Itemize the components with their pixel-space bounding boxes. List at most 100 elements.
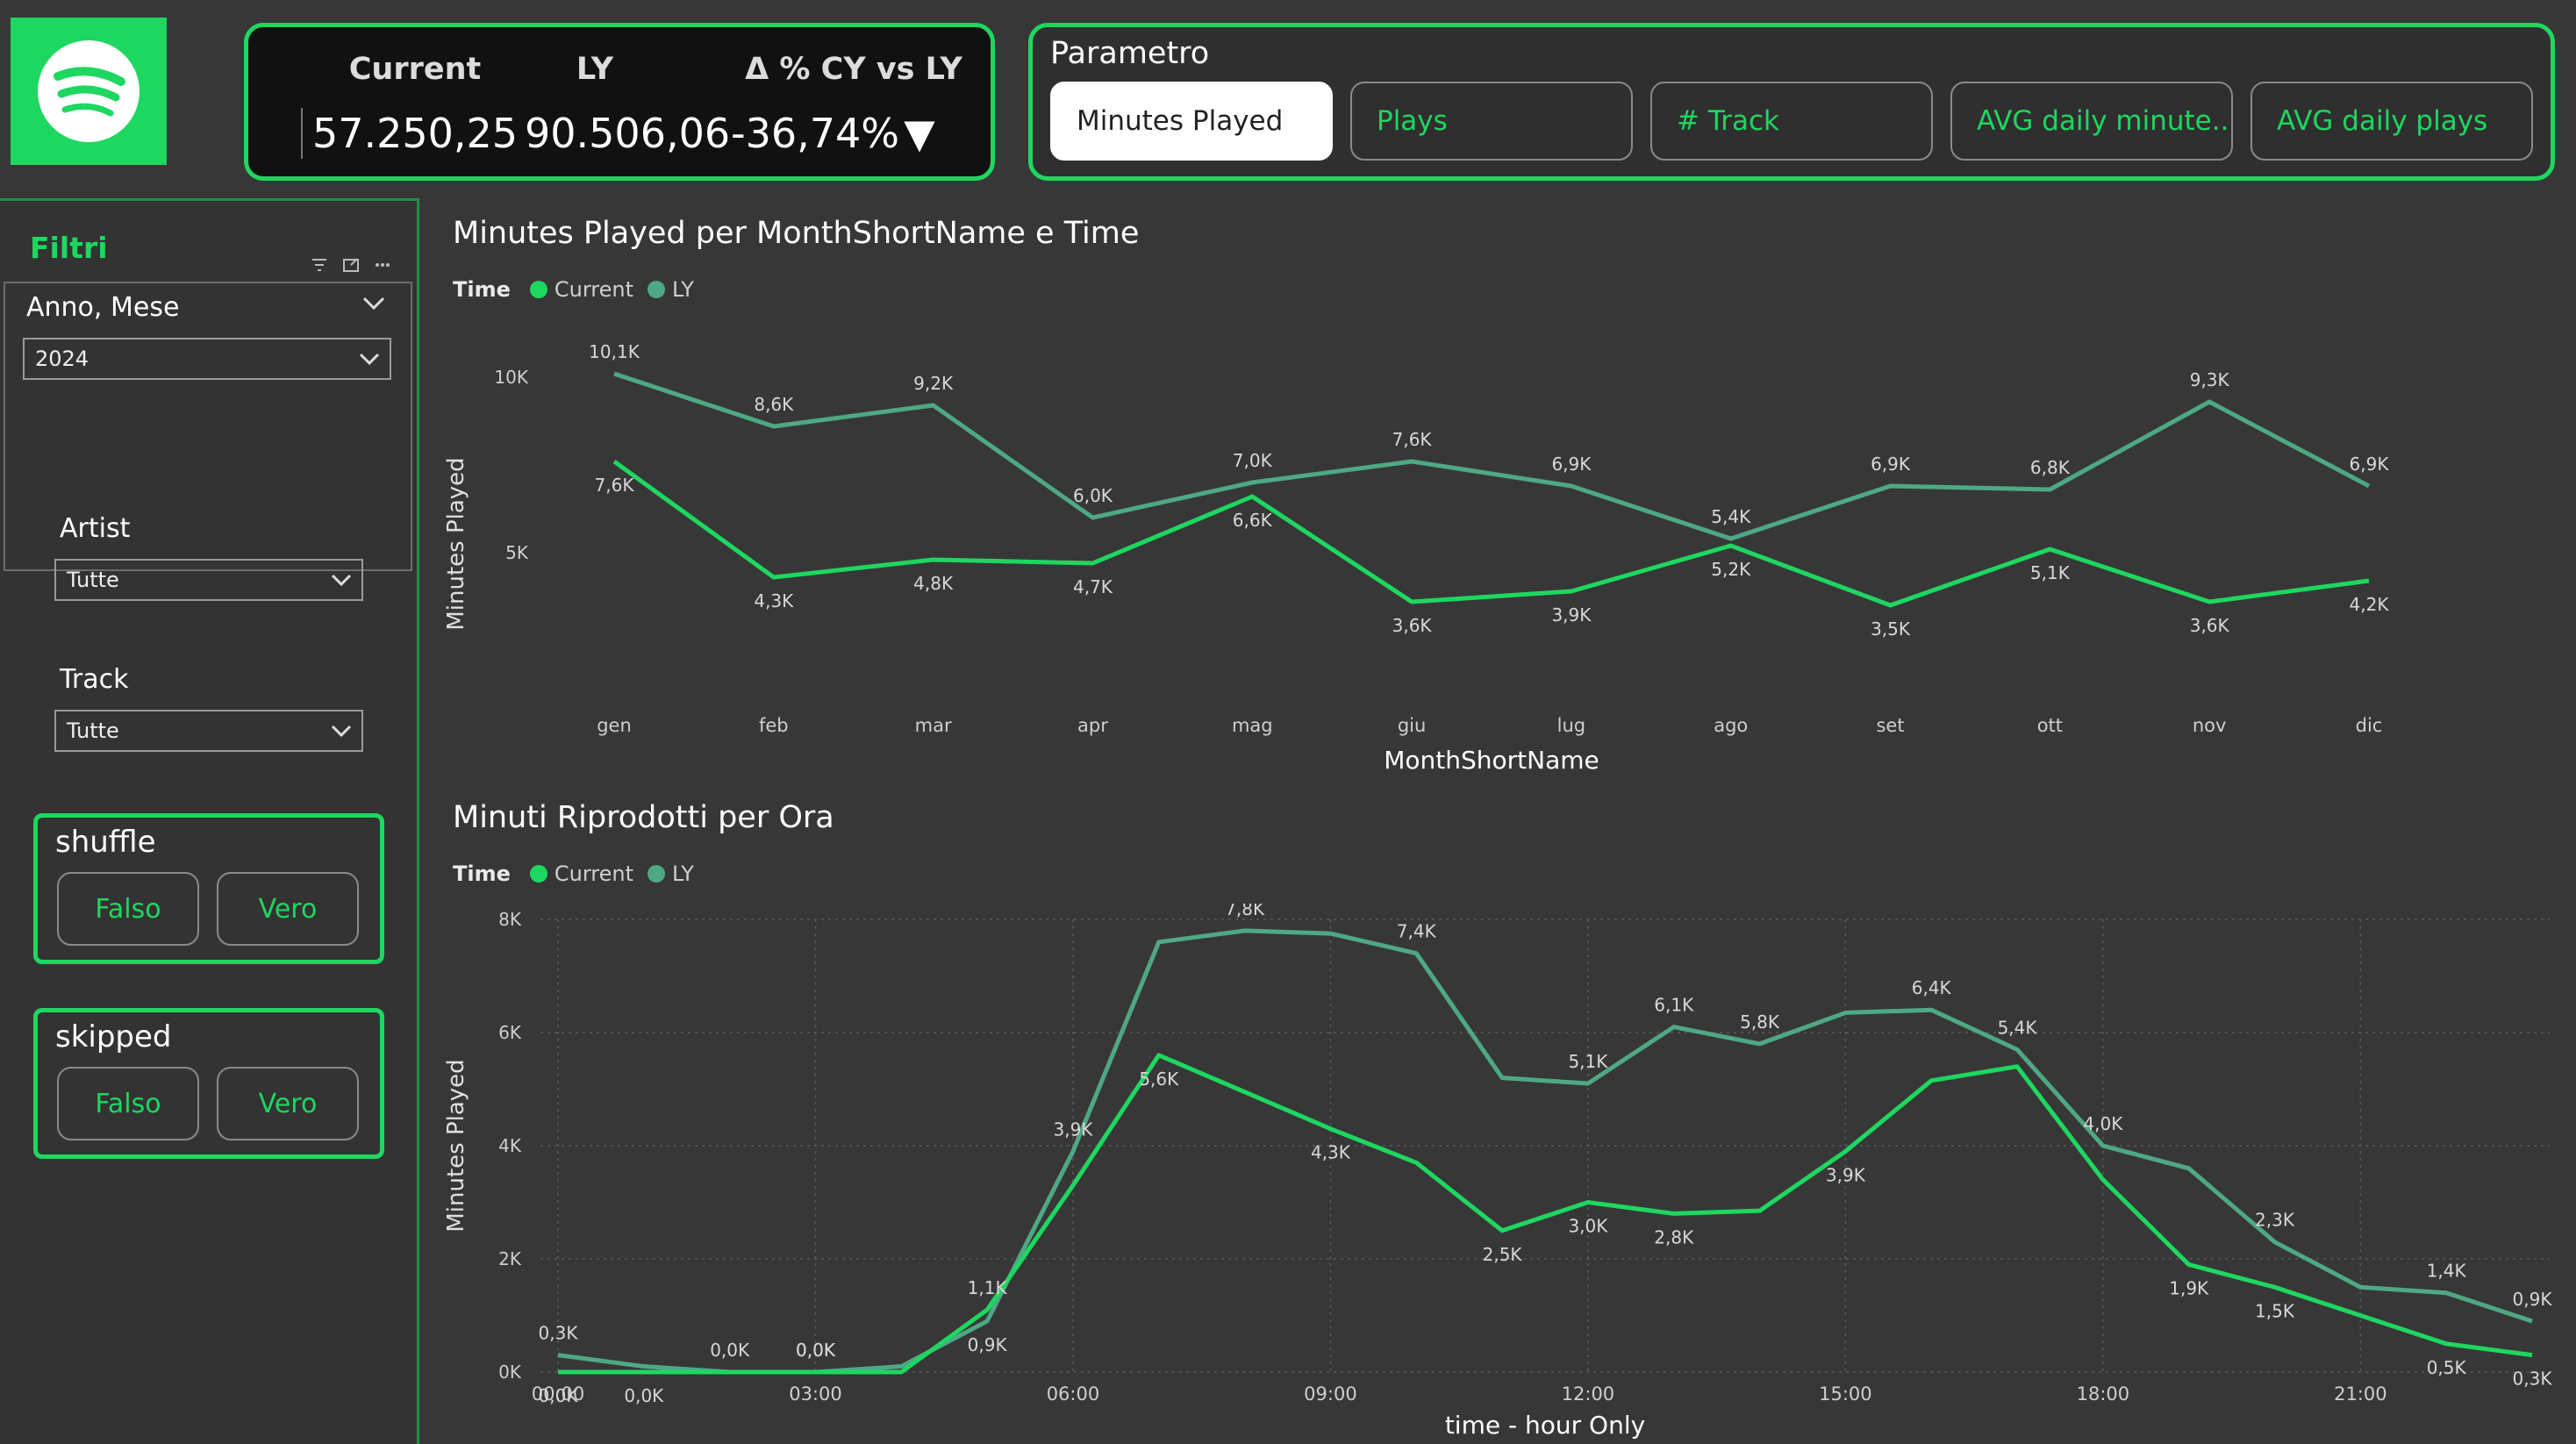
data-label-ly: 9,2K xyxy=(913,373,954,394)
data-label-current: 0,3K xyxy=(2513,1369,2553,1390)
legend-current-marker xyxy=(529,281,547,298)
legend-current-marker xyxy=(529,865,547,883)
series-current-line xyxy=(558,1053,2533,1375)
focus-mode-icon[interactable] xyxy=(342,257,360,273)
shuffle-slicer: shuffle Falso Vero xyxy=(33,813,384,964)
filter-icon[interactable] xyxy=(311,257,328,273)
data-label-ly: 6,9K xyxy=(2350,454,2390,475)
chart1-legend-ly[interactable]: LY xyxy=(672,277,694,302)
x-axis-label: MonthShortName xyxy=(1384,746,1599,775)
param-option-minutes-played[interactable]: Minutes Played xyxy=(1050,82,1333,161)
chevron-down-icon xyxy=(359,353,380,366)
x-tick-label: 06:00 xyxy=(1047,1383,1100,1405)
kpi-header-ly: LY xyxy=(576,52,614,87)
x-tick-label: feb xyxy=(759,715,789,736)
data-label-current: 3,5K xyxy=(1871,618,1911,640)
kpi-header-current: Current xyxy=(348,52,482,87)
data-label-current: 3,6K xyxy=(2190,615,2230,636)
param-option-plays[interactable]: Plays xyxy=(1350,82,1633,161)
data-label-ly: 6,9K xyxy=(1871,454,1911,475)
data-label-current: 3,0K xyxy=(1568,1216,1608,1237)
data-label-ly: 6,9K xyxy=(1551,454,1592,475)
more-options-icon[interactable] xyxy=(374,257,391,273)
x-axis-label: time - hour Only xyxy=(1445,1411,1645,1440)
data-label-current: 0,0K xyxy=(539,1385,579,1406)
kpi-header-delta: Δ % CY vs LY xyxy=(745,52,962,87)
kpi-ly-value: 90.506,06 xyxy=(525,110,731,157)
x-tick-label: lug xyxy=(1557,715,1585,736)
data-label-current: 3,9K xyxy=(1826,1164,1866,1185)
chevron-down-icon[interactable] xyxy=(361,296,386,311)
skipped-falso-button[interactable]: Falso xyxy=(57,1067,199,1140)
data-label-ly: 9,3K xyxy=(2190,369,2230,390)
y-tick-label: 4K xyxy=(498,1135,522,1156)
shuffle-falso-button[interactable]: Falso xyxy=(57,872,199,946)
artist-label: Artist xyxy=(60,513,131,544)
x-tick-label: 15:00 xyxy=(1819,1383,1872,1405)
x-tick-label: dic xyxy=(2356,715,2383,736)
y-tick-label: 8K xyxy=(498,909,522,930)
data-label-ly: 0,9K xyxy=(968,1334,1008,1355)
data-label-current: 1,9K xyxy=(2169,1277,2209,1298)
chart2-legend: Time Current LY xyxy=(453,861,694,886)
data-label-current: 2,8K xyxy=(1654,1226,1694,1247)
data-label-ly: 7,4K xyxy=(1397,921,1437,942)
param-option-avg-daily-minutes[interactable]: AVG daily minute... xyxy=(1950,82,2233,161)
x-tick-label: mar xyxy=(915,715,952,736)
x-tick-label: ago xyxy=(1714,715,1748,736)
skipped-slicer: skipped Falso Vero xyxy=(33,1008,384,1159)
data-label-current: 1,1K xyxy=(968,1277,1008,1298)
kpi-card: Current LY Δ % CY vs LY 57.250,25 90.506… xyxy=(244,23,995,181)
chart2-legend-ly[interactable]: LY xyxy=(672,861,694,886)
param-option-track[interactable]: # Track xyxy=(1650,82,1933,161)
data-label-current: 3,6K xyxy=(1392,615,1433,636)
y-tick-label: 10K xyxy=(494,367,528,388)
data-label-ly: 5,4K xyxy=(1711,506,1751,527)
monthly-line-chart: Minutes Played MonthShortName 10K 5K gen feb m… xyxy=(443,341,2390,775)
x-tick-label: apr xyxy=(1077,715,1108,736)
skipped-vero-button[interactable]: Vero xyxy=(217,1067,359,1140)
x-tick-label: gen xyxy=(597,715,632,736)
data-label-current: 4,7K xyxy=(1073,576,1113,597)
x-tick-label: set xyxy=(1876,715,1904,736)
chart2-legend-current[interactable]: Current xyxy=(555,861,633,886)
shuffle-title: shuffle xyxy=(55,825,156,860)
data-label-current: 0,5K xyxy=(2427,1357,2467,1378)
x-tick-label: 18:00 xyxy=(2077,1383,2130,1405)
chevron-down-icon xyxy=(331,574,352,587)
data-label-ly: 5,8K xyxy=(1740,1012,1780,1033)
anno-mese-dropdown[interactable]: 2024 xyxy=(23,338,391,380)
data-label-current: 4,3K xyxy=(1311,1142,1351,1163)
data-label-current: 4,8K xyxy=(913,573,954,594)
track-label: Track xyxy=(60,664,129,695)
chart1-legend-title: Time xyxy=(453,277,511,302)
kpi-divider xyxy=(301,108,303,159)
data-label-current: 2,5K xyxy=(1483,1244,1523,1265)
param-option-avg-daily-plays[interactable]: AVG daily plays xyxy=(2250,82,2533,161)
data-label-ly: 0,3K xyxy=(539,1323,579,1344)
y-axis-label: Minutes Played xyxy=(443,1059,469,1232)
sort-down-triangle-icon: ▼ xyxy=(904,110,935,157)
chart1-title: Minutes Played per MonthShortName e Time xyxy=(453,216,1140,251)
data-label-ly: 8,6K xyxy=(754,394,794,415)
visual-header-icons xyxy=(311,257,391,273)
data-label-current: 6,6K xyxy=(1233,510,1273,531)
x-tick-label: mag xyxy=(1232,715,1273,736)
chart2-title: Minuti Riprodotti per Ora xyxy=(453,800,834,835)
artist-dropdown[interactable]: Tutte xyxy=(54,559,363,601)
kpi-current-value: 57.250,25 xyxy=(311,110,519,157)
track-dropdown[interactable]: Tutte xyxy=(54,710,363,752)
data-label-current: 3,9K xyxy=(1551,604,1592,625)
x-tick-label: nov xyxy=(2193,715,2227,736)
data-label-current: 0,0K xyxy=(624,1385,664,1406)
chart1-legend-current[interactable]: Current xyxy=(555,277,633,302)
parametro-slicer: Parametro Minutes Played Plays # Track A… xyxy=(1028,23,2555,181)
y-tick-label: 2K xyxy=(498,1248,522,1269)
shuffle-vero-button[interactable]: Vero xyxy=(217,872,359,946)
data-label-ly: 5,4K xyxy=(1998,1017,2038,1038)
y-axis-label: Minutes Played xyxy=(443,457,469,630)
y-tick-label: 0K xyxy=(498,1362,522,1383)
x-tick-label: ott xyxy=(2037,715,2063,736)
data-label-ly: 5,1K xyxy=(1568,1051,1608,1072)
data-label-current: 7,6K xyxy=(595,475,635,496)
